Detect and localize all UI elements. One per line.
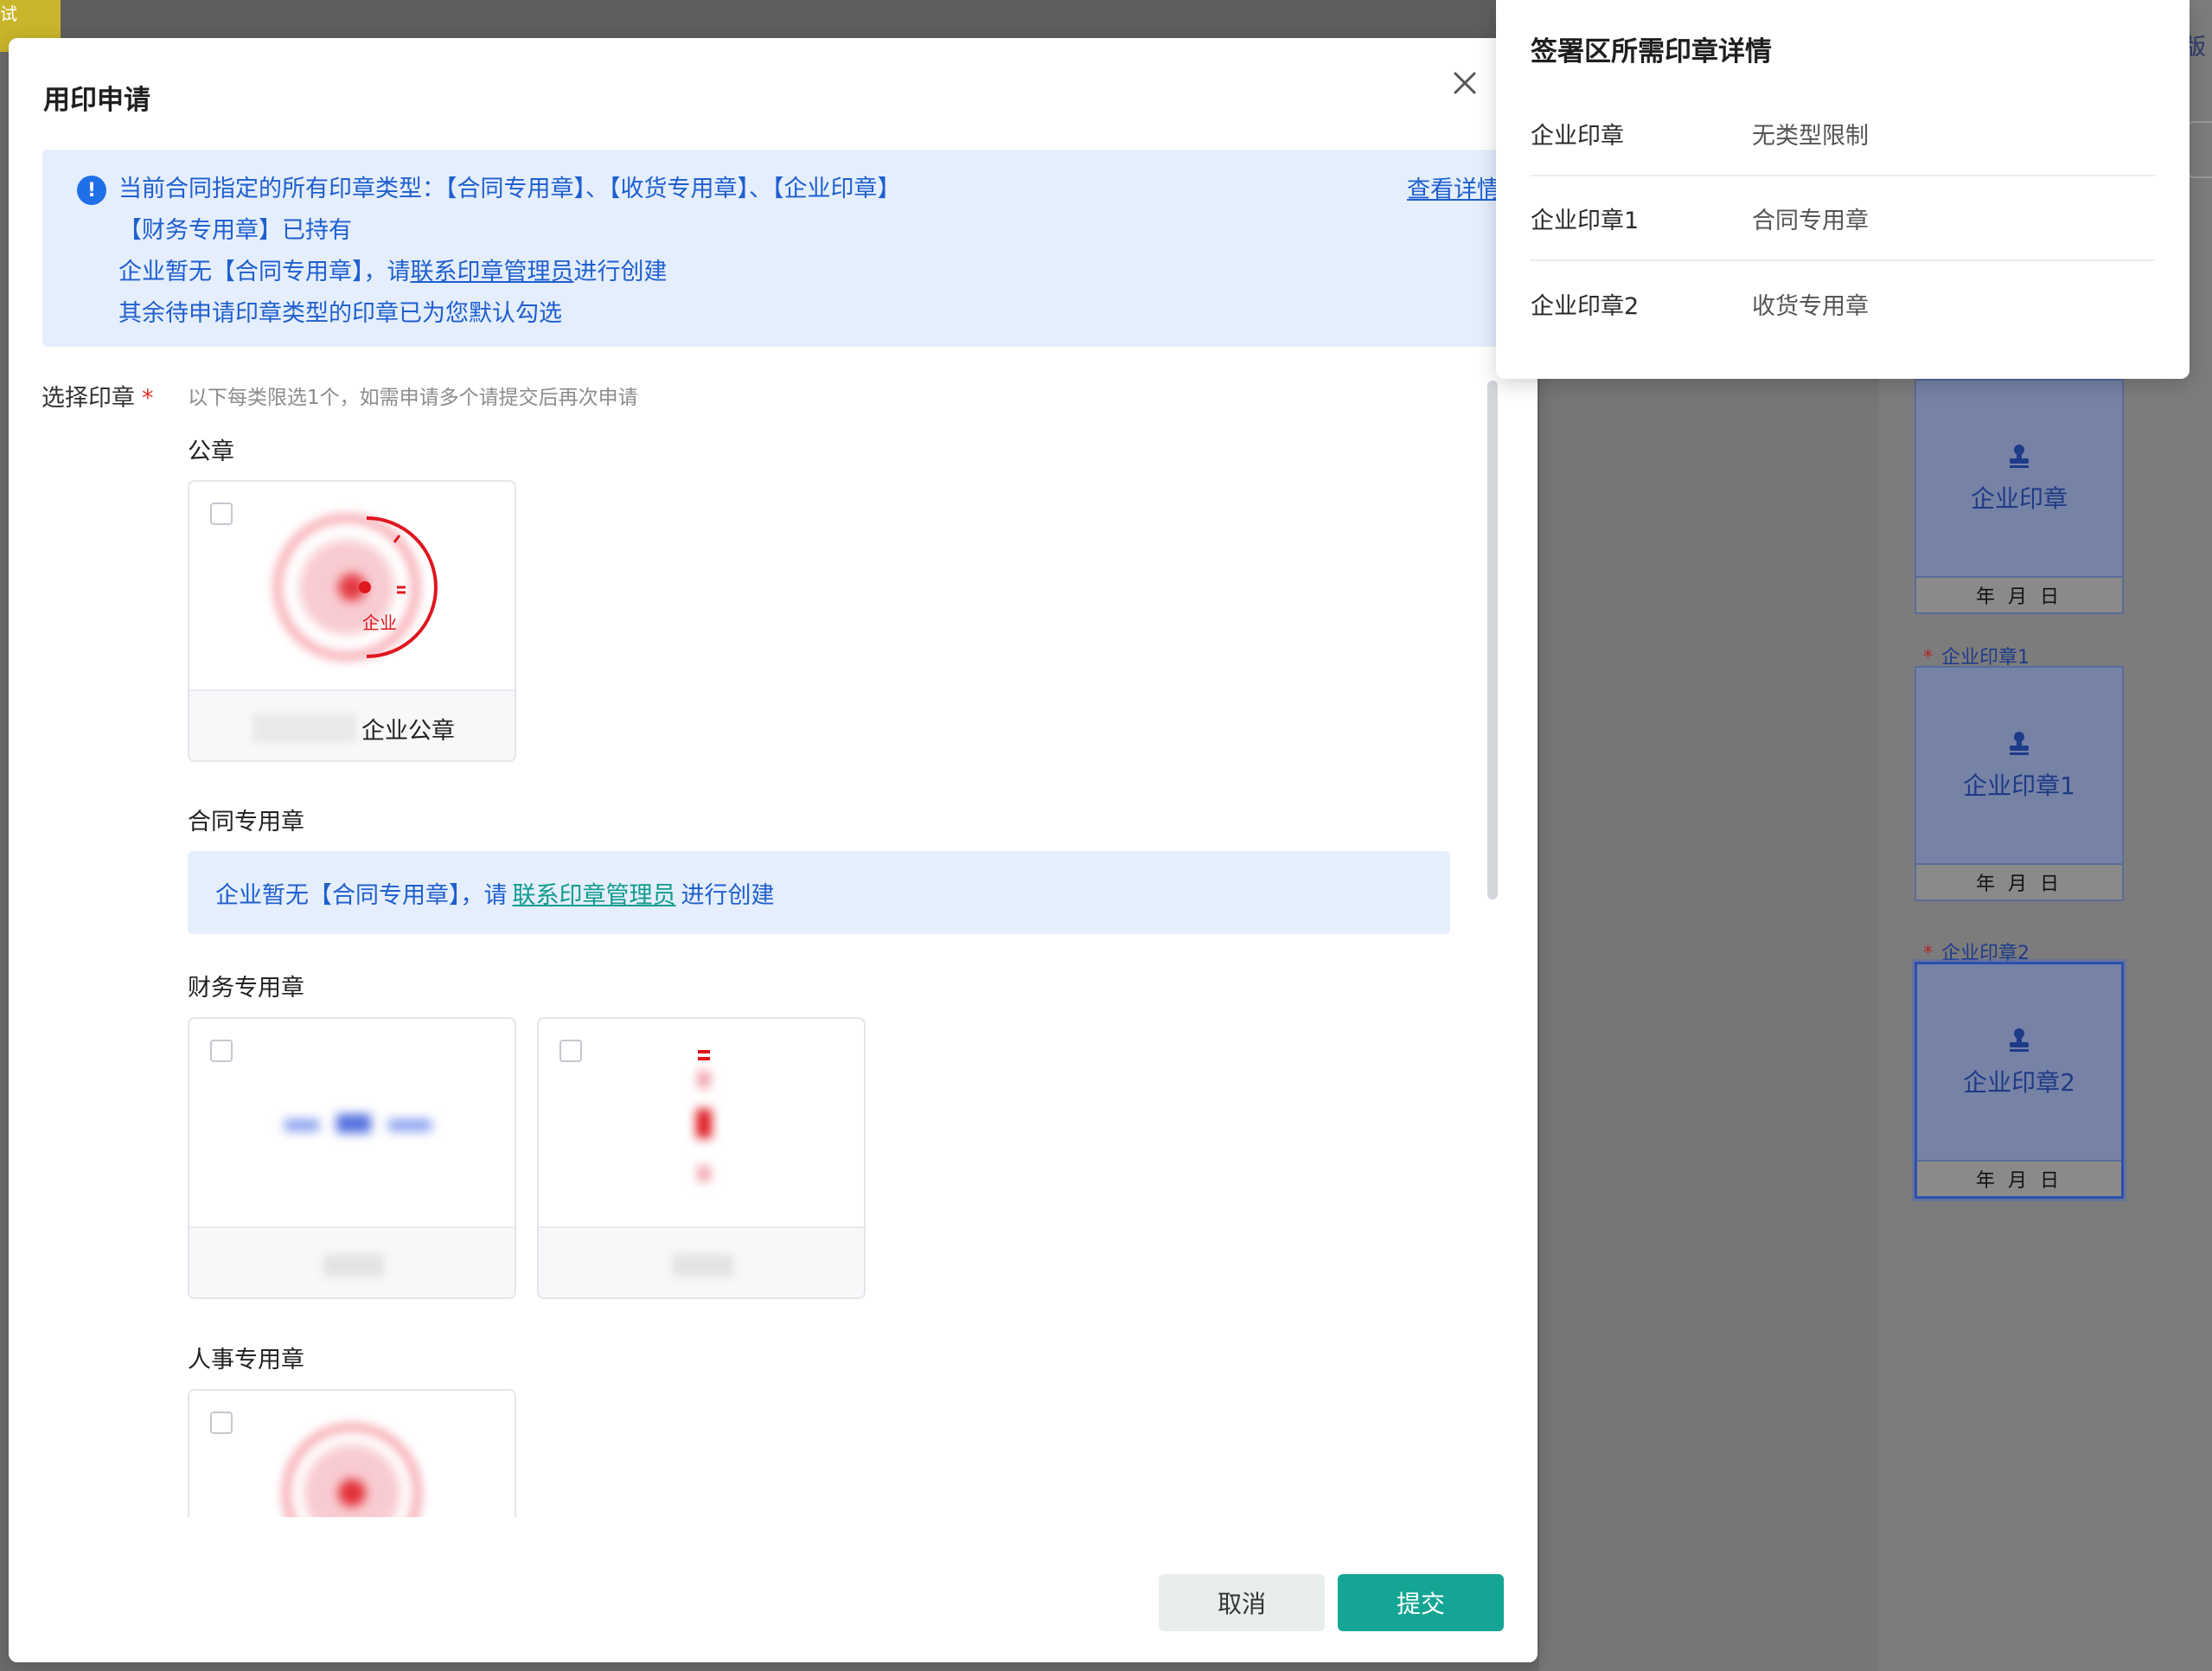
close-button[interactable] [1444,64,1486,106]
seal-name-text: 企业公章 [361,717,455,745]
popover-title: 签署区所需印章详情 [1531,36,1772,67]
popover-seal-name: 企业印章1 [1531,207,1640,234]
redacted-company-name [253,714,356,743]
seal-name: 企业公章 [189,689,515,760]
submit-button[interactable]: 提交 [1338,1574,1504,1631]
seal-image: 企业 [275,515,438,659]
seat-name: 企业印章 [1970,483,2068,513]
missing-prefix: 企业暂无【合同专用章】，请 [215,881,508,909]
notice-text: 当前合同指定的所有印章类型：【合同专用章】、【收货专用章】、【企业印章】 【财务… [118,169,901,335]
section-title-contract: 合同专用章 [188,809,304,836]
seal-image [696,1050,712,1181]
seal-details-popover: 签署区所需印章详情 企业印章 无类型限制 企业印章1 合同专用章 企业印章2 收… [1496,0,2190,379]
corner-tag-text: 试 [0,3,17,24]
missing-suffix: 进行创建 [681,881,775,909]
seal-checkbox[interactable] [210,1040,233,1062]
hr-seal-clip [188,1389,516,1517]
background-edge-control [2188,121,2212,178]
notice-line-1: 当前合同指定的所有印章类型：【合同专用章】、【收货专用章】、【企业印章】 [118,176,901,202]
redacted-seal-name [323,1254,384,1277]
seal-card-public[interactable]: 企业 企业公章 [188,480,516,762]
required-marker: * [142,385,154,412]
seal-checkbox[interactable] [210,1412,233,1434]
notice-line-3-prefix: 企业暂无【合同专用章】，请 [118,259,411,285]
scrollbar-thumb[interactable] [1487,381,1498,900]
redacted-seal-name [673,1254,733,1277]
signing-seat-3[interactable]: 企业印章2 年 月 日 [1915,962,2124,1199]
section-title-public: 公章 [188,439,234,465]
select-seal-label-text: 选择印章 [42,385,135,412]
popover-row: 企业印章1 合同专用章 [1531,176,2155,261]
seat-main: 企业印章 [1916,381,2122,576]
contact-admin-link-2[interactable]: 联系印章管理员 [513,876,676,910]
popover-row: 企业印章 无类型限制 [1531,92,2155,176]
seal-image [284,1425,420,1517]
close-icon [1453,71,1477,99]
seal-application-dialog: 用印申请 ! 当前合同指定的所有印章类型：【合同专用章】、【收货专用章】、【企业… [9,38,1538,1662]
popover-seal-type: 合同专用章 [1752,207,1869,234]
stamp-icon [2006,730,2032,762]
seat-date: 年 月 日 [1916,863,2122,900]
info-icon: ! [77,176,106,205]
seat-date: 年 月 日 [1917,1160,2121,1196]
popover-row: 企业印章2 收货专用章 [1531,261,2155,346]
section-title-finance: 财务专用章 [188,975,304,1002]
contact-admin-link[interactable]: 联系印章管理员 [411,259,574,285]
select-seal-hint: 以下每类限选1个，如需申请多个请提交后再次申请 [188,387,638,409]
seat-name: 企业印章1 [1963,771,2075,800]
seal-card-hr[interactable] [188,1389,516,1517]
select-seal-label: 选择印章 * [42,379,154,413]
popover-seal-type: 无类型限制 [1752,122,1869,150]
seal-card-finance-1[interactable] [188,1017,516,1299]
notice-line-4: 其余待申请印章类型的印章已为您默认勾选 [118,300,562,327]
seal-name [189,1226,515,1297]
seal-card-finance-2[interactable] [537,1017,866,1299]
seal-checkbox[interactable] [559,1040,582,1062]
dialog-title: 用印申请 [43,85,150,116]
notice-line-3-suffix: 进行创建 [573,259,668,285]
seal-text: 企业 [362,612,397,633]
popover-seal-type: 收货专用章 [1752,292,1869,320]
seat-main: 企业印章2 [1917,964,2121,1160]
seal-checkbox[interactable] [210,503,233,525]
seal-name [539,1226,864,1297]
seat-main: 企业印章1 [1916,668,2122,863]
info-notice: ! 当前合同指定的所有印章类型：【合同专用章】、【收货专用章】、【企业印章】 【… [42,150,1512,347]
popover-seal-name: 企业印章2 [1531,292,1640,320]
signing-seat-1[interactable]: 企业印章 年 月 日 [1915,379,2124,614]
missing-contract-seal-banner: 企业暂无【合同专用章】，请 联系印章管理员 进行创建 [188,851,1450,934]
view-details-link[interactable]: 查看详情 [1407,170,1500,204]
section-title-hr: 人事专用章 [188,1347,304,1373]
signing-seat-2[interactable]: 企业印章1 年 月 日 [1915,666,2124,901]
seat-name: 企业印章2 [1963,1067,2075,1097]
popover-seal-name: 企业印章 [1531,122,1624,150]
notice-line-3: 企业暂无【合同专用章】，请联系印章管理员进行创建 [118,252,901,293]
seat-date: 年 月 日 [1916,576,2122,612]
notice-line-2: 【财务专用章】已持有 [118,217,352,244]
stamp-icon [2006,1027,2032,1059]
cancel-button[interactable]: 取消 [1159,1574,1325,1631]
seal-image [284,1114,432,1133]
stamp-icon [2006,443,2032,475]
